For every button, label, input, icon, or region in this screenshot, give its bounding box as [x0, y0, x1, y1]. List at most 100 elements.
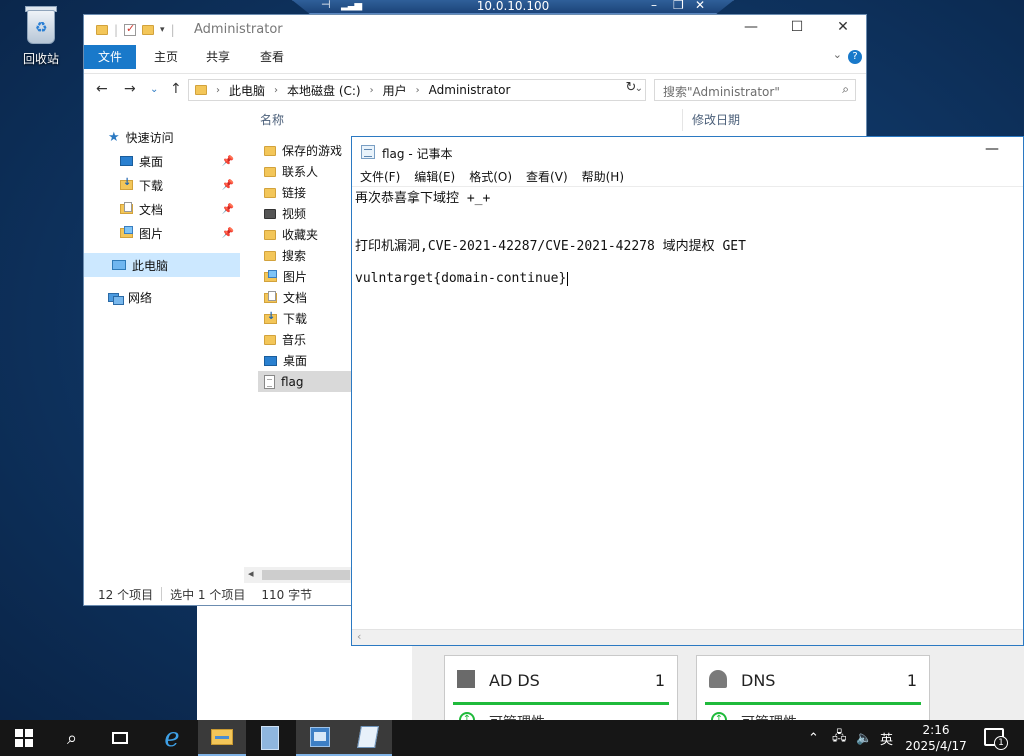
horizontal-scrollbar[interactable]: ‹	[352, 629, 1023, 645]
tab-share[interactable]: 共享	[192, 45, 244, 69]
input-method-indicator[interactable]: 英	[880, 720, 893, 756]
rdp-host-address: 10.0.10.100	[476, 0, 550, 13]
customize-toolbar-icon[interactable]: ▾	[160, 25, 165, 35]
role-tile-manageability[interactable]: 可管理性	[489, 712, 545, 720]
horizontal-scrollbar[interactable]: ◂	[244, 567, 354, 583]
ribbon: 文件 主页 共享 查看 ⌄ ?	[84, 45, 866, 69]
task-view-button[interactable]	[96, 720, 144, 756]
maximize-button[interactable]: ☐	[774, 19, 820, 35]
close-icon[interactable]: ✕	[695, 0, 705, 12]
chevron-right-icon[interactable]: ›	[216, 85, 220, 96]
breadcrumb-item[interactable]: Administrator	[429, 83, 511, 97]
scroll-thumb[interactable]	[262, 570, 350, 580]
scroll-left-icon[interactable]: ‹	[357, 630, 361, 643]
chevron-right-icon[interactable]: ›	[416, 85, 420, 96]
sidebar-item-network[interactable]: 网络	[84, 285, 240, 309]
taskbar-notepad[interactable]	[344, 720, 392, 756]
list-item[interactable]: 视频	[258, 203, 354, 224]
desktop-icon-recycle-bin[interactable]: ♻ 回收站	[10, 4, 72, 67]
search-input[interactable]: 搜索"Administrator" ⌕	[654, 79, 856, 101]
search-button[interactable]: ⌕	[48, 720, 96, 756]
taskbar-file-explorer[interactable]	[198, 720, 246, 756]
list-item[interactable]: 联系人	[258, 161, 354, 182]
sidebar-item-documents[interactable]: 文档 📌	[84, 197, 240, 221]
list-item[interactable]: 图片	[258, 266, 354, 287]
recent-locations-icon[interactable]: ⌄	[150, 84, 158, 95]
sidebar-item-this-pc[interactable]: 此电脑	[84, 253, 240, 277]
notepad-title-bar[interactable]: flag - 记事本 —	[352, 137, 1023, 167]
desktop-icon-label: 回收站	[22, 52, 59, 66]
tab-view[interactable]: 查看	[246, 45, 298, 69]
system-clock[interactable]: 2:16 2025/4/17	[900, 722, 972, 754]
column-header-name[interactable]: 名称	[260, 107, 284, 133]
explorer-title-bar[interactable]: | ▾ | Administrator — ☐ ✕	[84, 15, 866, 45]
volume-control[interactable]: 🔈	[856, 720, 872, 756]
text-editor-area[interactable]: 再次恭喜拿下域控 +_+ 打印机漏洞,CVE-2021-42287/CVE-20…	[352, 188, 1023, 628]
taskbar-server-manager[interactable]	[296, 720, 344, 756]
file-name: 收藏夹	[282, 228, 319, 242]
menu-edit[interactable]: 编辑(E)	[414, 168, 455, 185]
sidebar-item-pictures[interactable]: 图片 📌	[84, 221, 240, 245]
role-tile-dns[interactable]: DNS 1 ↑ 可管理性 事件	[696, 655, 930, 720]
selected-size: 110 字节	[261, 587, 313, 602]
desktop-folder-icon	[120, 156, 133, 166]
menu-format[interactable]: 格式(O)	[469, 168, 512, 185]
network-disconnected-icon: 🖧	[832, 729, 847, 744]
list-item-selected[interactable]: flag	[258, 371, 354, 392]
list-item[interactable]: 下载	[258, 308, 354, 329]
text-caret	[567, 271, 569, 286]
close-button[interactable]: ✕	[820, 19, 866, 35]
role-tile-adds[interactable]: AD DS 1 ↑ 可管理性 事件	[444, 655, 678, 720]
list-item[interactable]: 搜索	[258, 245, 354, 266]
navigation-bar: ← → ⌄ ↑ › 此电脑 › 本地磁盘 (C:) › 用户 › Adminis…	[84, 73, 866, 105]
list-item[interactable]: 保存的游戏	[258, 140, 354, 161]
back-icon[interactable]: ←	[96, 81, 108, 97]
properties-icon[interactable]	[124, 22, 137, 36]
address-bar[interactable]: › 此电脑 › 本地磁盘 (C:) › 用户 › Administrator ⌄	[188, 79, 646, 101]
search-icon[interactable]: ⌕	[842, 82, 849, 97]
menu-bar: 文件(F) 编辑(E) 格式(O) 查看(V) 帮助(H)	[352, 167, 1023, 187]
sidebar-item-quick-access[interactable]: ★ 快速访问	[84, 125, 240, 149]
menu-help[interactable]: 帮助(H)	[582, 168, 624, 185]
sidebar-item-downloads[interactable]: 下载 📌	[84, 173, 240, 197]
minimize-button[interactable]: —	[728, 19, 774, 35]
taskbar-server-app[interactable]	[246, 720, 294, 756]
list-item[interactable]: 音乐	[258, 329, 354, 350]
breadcrumb-item[interactable]: 用户	[383, 82, 407, 99]
taskbar-internet-explorer[interactable]: e	[148, 720, 196, 756]
new-folder-icon[interactable]	[142, 25, 155, 35]
server-role-icon	[457, 670, 475, 688]
breadcrumb-item[interactable]: 本地磁盘 (C:)	[287, 82, 361, 99]
action-center-button[interactable]: 1	[984, 728, 1008, 750]
list-item[interactable]: 文档	[258, 287, 354, 308]
chevron-right-icon[interactable]: ›	[274, 85, 278, 96]
network-icon	[108, 291, 124, 305]
remote-desktop-connection-bar[interactable]: ⊣ ▂▃▅ 10.0.10.100 – ❐ ✕	[292, 0, 734, 14]
up-icon[interactable]: ↑	[170, 81, 182, 97]
restore-icon[interactable]: ❐	[673, 0, 684, 12]
downloads-folder-icon	[120, 177, 133, 190]
forward-icon[interactable]: →	[124, 81, 136, 97]
show-hidden-icons[interactable]: ⌃	[808, 720, 819, 756]
sidebar-item-desktop[interactable]: 桌面 📌	[84, 149, 240, 173]
start-button[interactable]	[0, 720, 48, 756]
column-header-modified[interactable]: 修改日期	[692, 107, 740, 133]
refresh-icon[interactable]: ↻	[620, 80, 642, 100]
item-count: 12 个项目	[98, 587, 154, 602]
role-tile-manageability[interactable]: 可管理性	[741, 712, 797, 720]
list-item[interactable]: 链接	[258, 182, 354, 203]
breadcrumb-item[interactable]: 此电脑	[229, 82, 265, 99]
menu-view[interactable]: 查看(V)	[526, 168, 568, 185]
list-item[interactable]: 桌面	[258, 350, 354, 371]
scroll-left-icon[interactable]: ◂	[248, 567, 254, 580]
minimize-icon[interactable]: –	[651, 0, 657, 12]
minimize-button[interactable]: —	[985, 141, 999, 157]
chevron-right-icon[interactable]: ›	[370, 85, 374, 96]
tab-home[interactable]: 主页	[140, 45, 192, 69]
tab-file[interactable]: 文件	[84, 45, 137, 69]
list-item[interactable]: 收藏夹	[258, 224, 354, 245]
expand-ribbon-icon[interactable]: ⌄	[833, 48, 842, 61]
network-status[interactable]: 🖧	[832, 720, 847, 756]
help-icon[interactable]: ?	[848, 50, 862, 64]
menu-file[interactable]: 文件(F)	[360, 168, 400, 185]
